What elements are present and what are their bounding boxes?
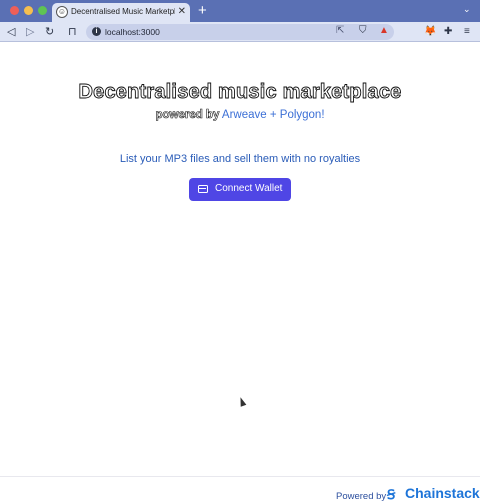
bookmark-icon[interactable]: ⊓ [68, 24, 77, 40]
tab-close-icon[interactable]: ✕ [178, 6, 186, 18]
new-tab-button[interactable]: + [198, 2, 207, 20]
site-info-icon[interactable]: i [92, 27, 101, 36]
mouse-cursor-icon [237, 396, 247, 407]
connect-wallet-button[interactable]: Connect Wallet [189, 178, 291, 201]
maximize-window-button[interactable] [38, 6, 47, 15]
extensions-icon[interactable]: ✚ [444, 25, 452, 39]
close-window-button[interactable] [10, 6, 19, 15]
metamask-icon[interactable]: 🦊 [424, 25, 436, 39]
brave-rewards-icon[interactable]: ▲ [379, 25, 389, 36]
subtitle-prefix: powered by [155, 109, 220, 122]
tab-menu-chevron-icon[interactable]: ⌄ [463, 4, 471, 15]
minimize-window-button[interactable] [24, 6, 33, 15]
page-title: Decentralised music marketplace [78, 81, 402, 104]
connect-wallet-label: Connect Wallet [215, 183, 283, 194]
url-text[interactable]: localhost:3000 [105, 27, 160, 37]
credit-card-icon [198, 185, 208, 193]
brave-shields-icon[interactable]: ⛉ [359, 25, 367, 36]
smiley-favicon-icon: ☺ [56, 6, 68, 18]
reload-icon[interactable]: ↻ [45, 24, 54, 40]
forward-icon[interactable]: ▷ [26, 24, 34, 40]
footer-powered-by: Powered by [336, 491, 387, 502]
browser-tab-bar: ☺ Decentralised Music Marketplac ✕ + ⌄ [0, 0, 480, 22]
back-icon[interactable]: ◁ [7, 24, 15, 40]
browser-toolbar: ◁ ▷ ↻ ⊓ i localhost:3000 ⇱ ⛉ ▲ 🦊 ✚ ≡ [0, 22, 480, 42]
menu-icon[interactable]: ≡ [464, 25, 470, 39]
tab-title: Decentralised Music Marketplac [71, 7, 175, 16]
footer-brand[interactable]: Chainstack [405, 485, 480, 501]
page-subtitle: powered by Arweave + Polygon! [0, 109, 480, 122]
chainstack-logo-icon[interactable]: Ꞩ [387, 487, 395, 503]
share-icon[interactable]: ⇱ [336, 25, 344, 36]
browser-tab[interactable]: ☺ Decentralised Music Marketplac ✕ [52, 3, 190, 22]
page-content: Decentralised music marketplace powered … [0, 43, 480, 503]
address-bar[interactable]: i localhost:3000 ⇱ ⛉ ▲ [86, 24, 394, 40]
subtitle-link[interactable]: Arweave + Polygon! [222, 109, 325, 121]
tagline: List your MP3 files and sell them with n… [119, 153, 361, 165]
footer-divider [0, 476, 480, 477]
